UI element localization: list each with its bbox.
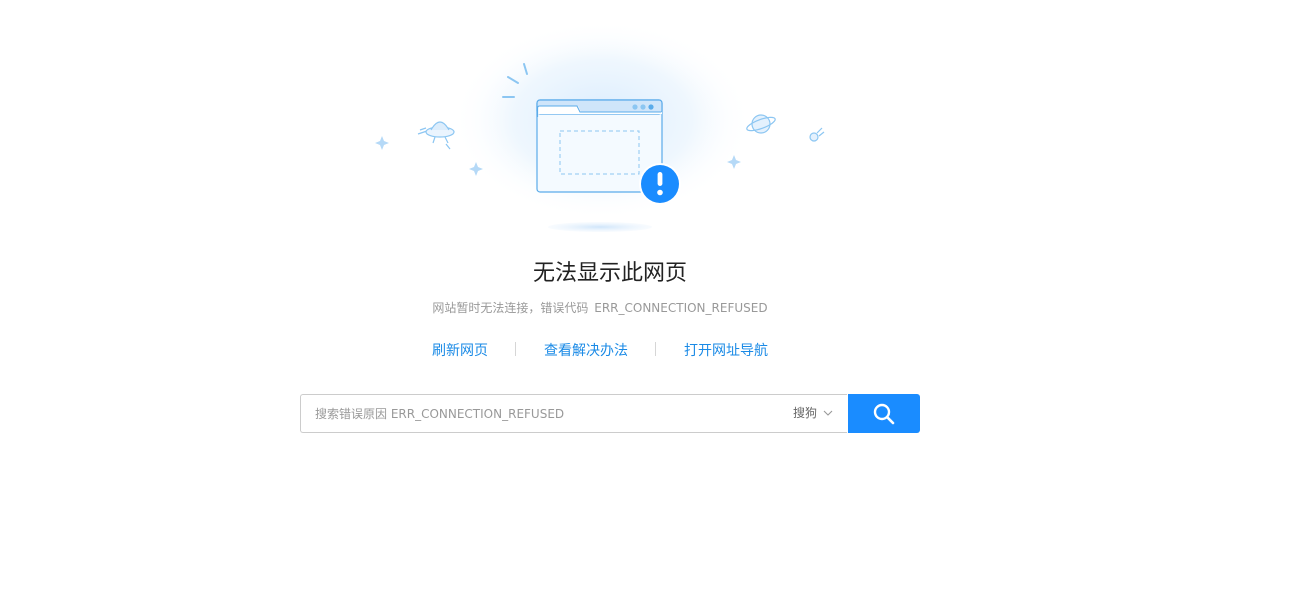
search-engine-select[interactable]: 搜狗 [793, 395, 833, 432]
search-button[interactable] [848, 394, 920, 433]
search-engine-label: 搜狗 [792, 406, 817, 420]
error-description: 网站暂时无法连接，错误代码 ERR_CONNECTION_REFUSED [0, 299, 1200, 316]
search-input[interactable] [315, 395, 775, 432]
refresh-link[interactable]: 刷新网页 [432, 340, 488, 360]
ufo-icon [417, 121, 455, 150]
action-links: 刷新网页 查看解决办法 打开网址导航 [0, 340, 1200, 360]
search-box: 搜狗 [300, 394, 847, 433]
page-title: 无法显示此网页 [532, 261, 687, 286]
search-icon [873, 403, 895, 424]
navigation-link[interactable]: 打开网址导航 [684, 340, 768, 360]
comet-icon [809, 127, 825, 142]
error-message: 网站暂时无法连接，错误代码 [432, 301, 589, 315]
error-code: ERR_CONNECTION_REFUSED [594, 301, 768, 315]
error-illustration [375, 20, 825, 232]
exclamation-icon [639, 163, 681, 205]
divider [515, 342, 516, 356]
divider [655, 342, 656, 356]
search-bar: 搜狗 [300, 394, 920, 433]
solutions-link[interactable]: 查看解决办法 [544, 340, 628, 360]
ground-shadow-icon [548, 222, 652, 232]
error-page: 无法显示此网页 网站暂时无法连接，错误代码 ERR_CONNECTION_REF… [0, 0, 1297, 614]
chevron-down-icon [823, 410, 833, 416]
